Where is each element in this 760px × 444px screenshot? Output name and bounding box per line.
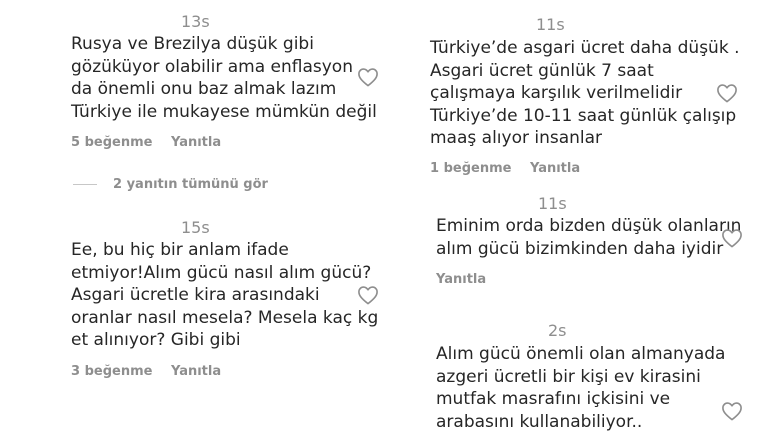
comment-text-line: azgeri ücretli bir kişi ev kirasini — [436, 366, 701, 387]
heart-icon[interactable] — [357, 67, 379, 87]
comment-text: Rusya ve Brezilya düşük gibi gözüküyor o… — [71, 33, 377, 123]
comment-time: 11s — [536, 15, 565, 34]
comment-text-line: alım gücü bizimkinden daha iyidir — [436, 238, 724, 259]
heart-icon[interactable] — [721, 228, 743, 248]
comment-text-line: etmiyor!Alım gücü nasıl alım gücü? — [71, 262, 372, 283]
comment-text-line: Alım gücü önemli olan almanyada — [436, 344, 726, 364]
comment-text-line: Asgari ücretle kira arasındaki — [71, 285, 320, 305]
comment-text-line: Rusya ve Brezilya düşük gibi — [71, 34, 314, 54]
reply-button[interactable]: Yanıtla — [171, 135, 221, 150]
comment-text: Ee, bu hiç bir anlam ifade etmiyor!Alım … — [71, 239, 378, 352]
reply-button[interactable]: Yanıtla — [171, 364, 221, 379]
comment-text-line: oranlar nasıl mesela? Mesela kaç kg — [71, 307, 379, 328]
comment-time: 15s — [181, 218, 210, 237]
comment-actions: 3 beğenme Yanıtla — [71, 364, 221, 379]
heart-icon[interactable] — [716, 83, 738, 103]
replies-divider — [73, 184, 97, 185]
comment-time: 2s — [548, 321, 567, 340]
likes-count[interactable]: 3 beğenme — [71, 364, 152, 379]
comment-text-line: maaş alıyor insanlar — [430, 128, 603, 148]
reply-button[interactable]: Yanıtla — [530, 161, 580, 176]
view-replies-label: 2 yanıtın tümünü gör — [113, 177, 268, 192]
heart-icon[interactable] — [721, 401, 743, 421]
comment-text-line: Asgari ücret günlük 7 saat — [430, 60, 654, 81]
comment-text-line: Eminim orda bizden düşük olanların — [436, 216, 742, 236]
likes-count[interactable]: 1 beğenme — [430, 161, 511, 176]
comment-time: 11s — [538, 194, 567, 213]
reply-button[interactable]: Yanıtla — [436, 272, 486, 287]
comment-actions: 1 beğenme Yanıtla — [430, 161, 580, 176]
comment-text-line: çalışmaya karşılık verilmelidir — [430, 83, 683, 103]
comment-time: 13s — [181, 12, 210, 31]
comment-text-line: da önemli onu baz almak lazım — [71, 79, 337, 99]
comment-text-line: Ee, bu hiç bir anlam ifade — [71, 240, 289, 260]
heart-icon[interactable] — [357, 285, 379, 305]
likes-count[interactable]: 5 beğenme — [71, 135, 152, 150]
comment-text: Alım gücü önemli olan almanyada azgeri ü… — [436, 343, 725, 433]
comment-text-line: gözüküyor olabilir ama enflasyon — [71, 56, 353, 77]
comment-actions: Yanıtla — [436, 272, 486, 287]
view-replies-button[interactable]: 2 yanıtın tümünü gör — [73, 177, 268, 192]
comment-text-line: Türkiye ile mukayese mümkün değil — [71, 101, 377, 122]
comment-text: Eminim orda bizden düşük olanların alım … — [436, 215, 741, 260]
comment-text-line: arabasını kullanabiliyor.. — [436, 411, 643, 432]
comment-text-line: Türkiye’de asgari ücret daha düşük . — [430, 38, 740, 58]
comment-text-line: Türkiye’de 10-11 saat günlük çalışıp — [430, 105, 737, 126]
comment-text: Türkiye’de asgari ücret daha düşük . Asg… — [430, 37, 739, 150]
comment-text-line: et alınıyor? Gibi gibi — [71, 330, 241, 350]
comment-text-line: mutfak masrafını içkisini ve — [436, 389, 671, 409]
comment-actions: 5 beğenme Yanıtla — [71, 135, 221, 150]
